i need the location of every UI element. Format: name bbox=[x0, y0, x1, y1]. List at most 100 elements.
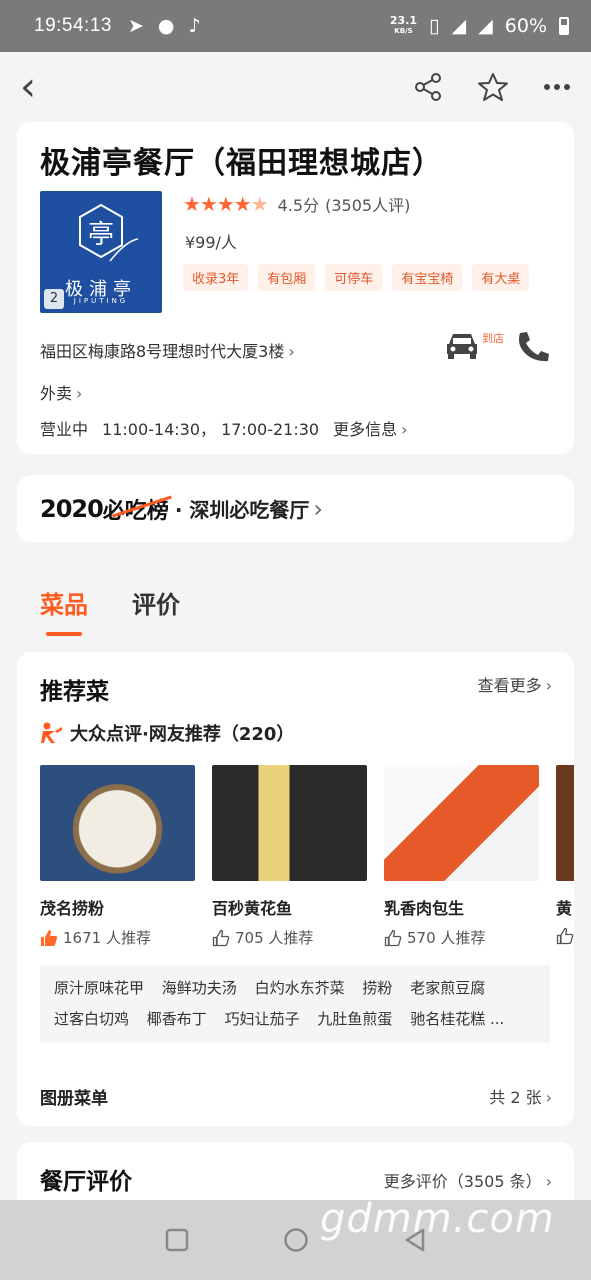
chevron-right-icon: › bbox=[288, 342, 295, 361]
dish-name: 茂名捞粉 bbox=[40, 899, 105, 918]
arrive-label: 到店 bbox=[482, 332, 504, 345]
photo-count-badge: 2 bbox=[44, 289, 64, 309]
phone-icon[interactable] bbox=[514, 330, 552, 364]
feature-tag: 有宝宝椅 bbox=[392, 264, 463, 291]
dish-card[interactable]: 乳香肉包生 570 人推荐 bbox=[384, 765, 539, 948]
chevron-right-icon: › bbox=[76, 384, 83, 403]
chevron-right-icon: › bbox=[545, 676, 552, 695]
shop-info-card: 极浦亭餐厅（福田理想城店） 亭 极浦亭 JIPUTING 2 ★★★★★ 4.5… bbox=[17, 122, 574, 454]
ranking-year: 2020 bbox=[40, 494, 104, 523]
dish-recommend-count: 1671 人推荐 bbox=[40, 927, 195, 948]
see-more-link[interactable]: 查看更多 › bbox=[478, 672, 552, 696]
dish-tag[interactable]: 白灼水东芥菜 bbox=[255, 979, 345, 997]
car-icon[interactable] bbox=[444, 330, 480, 360]
business-hours-row[interactable]: 营业中 11:00-14:30， 17:00-21:30 更多信息 › bbox=[40, 416, 408, 440]
recommended-dishes-card: 推荐菜 查看更多 › 大众点评·网友推荐（220） 茂名捞粉 1671 人推荐 百… bbox=[17, 652, 574, 1126]
watermark: gdmm.com bbox=[320, 1196, 555, 1242]
dish-photo bbox=[40, 765, 195, 881]
svg-text:亭: 亭 bbox=[88, 220, 114, 250]
album-menu-label[interactable]: 图册菜单 bbox=[40, 1084, 108, 1109]
dish-name: 乳香肉包生 bbox=[384, 899, 465, 918]
shop-logo[interactable]: 亭 极浦亭 JIPUTING 2 bbox=[40, 191, 162, 313]
battery-icon bbox=[559, 17, 569, 35]
pavilion-logo-icon: 亭 bbox=[79, 203, 139, 262]
wechat-icon: ● bbox=[157, 15, 175, 37]
tab-dishes[interactable]: 菜品 bbox=[40, 585, 88, 636]
dish-carousel[interactable]: 茂名捞粉 1671 人推荐 百秒黄花鱼 705 人推荐 乳香肉包生 570 人推… bbox=[40, 765, 574, 948]
feature-tag: 有大桌 bbox=[472, 264, 530, 291]
thumbs-up-filled-icon bbox=[41, 929, 58, 946]
takeaway-link[interactable]: 外卖 › bbox=[40, 380, 82, 404]
ranking-banner[interactable]: 2020 必吃榜 · 深圳必吃餐厅 › bbox=[17, 475, 574, 542]
vibrate-icon: ▯ bbox=[429, 15, 440, 37]
dish-card[interactable]: 黄 bbox=[556, 765, 574, 948]
recents-square-icon[interactable] bbox=[165, 1228, 189, 1252]
clock: 19:54:13 bbox=[34, 15, 112, 36]
price-per-person: ¥99/人 bbox=[185, 233, 237, 252]
shop-title: 极浦亭餐厅（福田理想城店） bbox=[40, 146, 443, 181]
network-speed: 23.1 KB/S bbox=[389, 14, 418, 35]
favorite-star-icon[interactable] bbox=[477, 71, 509, 103]
content-tabs: 菜品 评价 bbox=[40, 585, 180, 636]
dish-tag[interactable]: 驰名桂花糕 ... bbox=[410, 1010, 504, 1028]
feature-tag: 收录3年 bbox=[183, 264, 249, 291]
dish-photo bbox=[384, 765, 539, 881]
thumbs-up-icon bbox=[384, 929, 402, 946]
feature-tag: 可停车 bbox=[325, 264, 383, 291]
top-navigation: ‹ bbox=[0, 52, 591, 122]
battery-percent: 60% bbox=[504, 15, 547, 37]
dish-card[interactable]: 百秒黄花鱼 705 人推荐 bbox=[212, 765, 367, 948]
tab-reviews[interactable]: 评价 bbox=[132, 585, 180, 620]
address-text: 福田区梅康路8号理想时代大厦3楼 bbox=[40, 342, 285, 361]
share-icon[interactable] bbox=[413, 72, 443, 102]
takeaway-label: 外卖 bbox=[40, 384, 73, 403]
dish-tag[interactable]: 椰香布丁 bbox=[147, 1010, 207, 1028]
status-bar: 19:54:13 ➤ ● ♪ 23.1 KB/S ▯ ◢ ◢ 60% bbox=[0, 0, 591, 52]
dish-tag[interactable]: 九肚鱼煎蛋 bbox=[317, 1010, 392, 1028]
dish-tag[interactable]: 海鲜功夫汤 bbox=[162, 979, 237, 997]
dish-photo bbox=[556, 765, 574, 881]
dish-name: 百秒黄花鱼 bbox=[212, 899, 293, 918]
dish-tag[interactable]: 原汁原味花甲 bbox=[54, 979, 144, 997]
open-status: 营业中 bbox=[40, 420, 89, 439]
album-count-link[interactable]: 共 2 张 › bbox=[489, 1084, 552, 1108]
dish-tag[interactable]: 捞粉 bbox=[362, 979, 392, 997]
rating-score: 4.5分 bbox=[277, 196, 320, 215]
feature-tags: 收录3年 有包厢 可停车 有宝宝椅 有大桌 bbox=[183, 264, 530, 291]
ranking-label: · 深圳必吃餐厅 bbox=[174, 498, 310, 522]
address-link[interactable]: 福田区梅康路8号理想时代大厦3楼 › bbox=[40, 338, 295, 362]
section-title: 推荐菜 bbox=[40, 679, 109, 705]
dish-photo bbox=[212, 765, 367, 881]
ranking-list-name: 必吃榜 bbox=[103, 493, 169, 525]
rating-row: ★★★★★ 4.5分 (3505人评) bbox=[183, 192, 410, 216]
back-icon[interactable]: ‹ bbox=[20, 64, 36, 110]
dish-tag[interactable]: 过客白切鸡 bbox=[54, 1010, 129, 1028]
dish-recommend-count bbox=[556, 927, 574, 945]
dish-name: 黄 bbox=[556, 899, 573, 918]
dish-recommend-count: 705 人推荐 bbox=[212, 927, 367, 948]
thumbs-up-icon bbox=[212, 929, 230, 946]
chevron-right-icon: › bbox=[545, 1172, 552, 1191]
review-count[interactable]: (3505人评) bbox=[325, 192, 410, 216]
chevron-right-icon: › bbox=[401, 420, 408, 439]
home-circle-icon[interactable] bbox=[283, 1227, 309, 1253]
cell-signal-icon: ◢ bbox=[478, 15, 493, 37]
dish-tag[interactable]: 巧妇让茄子 bbox=[225, 1010, 300, 1028]
chevron-right-icon: › bbox=[545, 1088, 552, 1107]
thumbs-up-icon bbox=[556, 927, 574, 945]
more-icon[interactable] bbox=[543, 82, 571, 92]
hours-text: 11:00-14:30， 17:00-21:30 bbox=[102, 420, 320, 439]
reviews-title: 餐厅评价 bbox=[40, 1169, 132, 1195]
tiktok-icon: ♪ bbox=[188, 15, 201, 37]
dish-tag-list: 原汁原味花甲 海鲜功夫汤 白灼水东芥菜 捞粉 老家煎豆腐 过客白切鸡 椰香布丁 … bbox=[40, 965, 550, 1043]
dish-recommend-count: 570 人推荐 bbox=[384, 927, 539, 948]
more-reviews-link[interactable]: 更多评价（3505 条） › bbox=[384, 1168, 552, 1192]
dish-tag[interactable]: 老家煎豆腐 bbox=[410, 979, 485, 997]
recommend-source: 大众点评·网友推荐（220） bbox=[40, 720, 294, 746]
navigation-icon: ➤ bbox=[127, 15, 144, 37]
more-info-link[interactable]: 更多信息 › bbox=[333, 416, 407, 440]
dianping-logo-icon bbox=[41, 722, 62, 743]
rating-stars-icon: ★★★★★ bbox=[183, 192, 269, 216]
dish-card[interactable]: 茂名捞粉 1671 人推荐 bbox=[40, 765, 195, 948]
chevron-right-icon: › bbox=[313, 494, 323, 523]
